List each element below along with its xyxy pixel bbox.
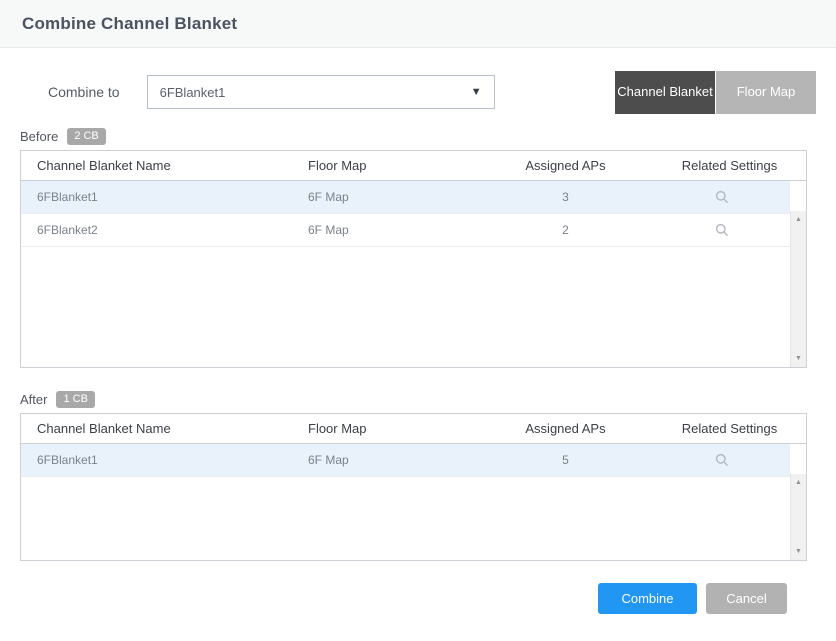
search-icon[interactable] [715,223,729,237]
before-label: Before [20,129,58,144]
cell-assigned-aps: 5 [478,453,653,467]
before-table: Channel Blanket Name Floor Map Assigned … [20,150,807,368]
column-header-related-settings: Related Settings [653,158,806,173]
before-table-body: 6FBlanket1 6F Map 3 6FBlanket2 6F Map 2 [21,181,806,367]
after-table: Channel Blanket Name Floor Map Assigned … [20,413,807,561]
dialog-footer: Combine Cancel [20,583,816,614]
cell-floor-map: 6F Map [308,190,478,204]
dialog-header: Combine Channel Blanket [0,0,836,48]
search-icon[interactable] [715,453,729,467]
column-header-floor-map: Floor Map [308,158,478,173]
after-table-rows: 6FBlanket1 6F Map 5 [21,444,790,560]
channel-blanket-toggle-button[interactable]: Channel Blanket [615,71,715,114]
scroll-up-icon[interactable]: ▲ [795,474,802,491]
before-section-header: Before 2 CB [20,126,816,146]
dialog-body: Combine to 6FBlanket1 ▼ Channel Blanket … [0,70,836,614]
combine-to-select[interactable]: 6FBlanket1 ▼ [147,75,495,109]
before-table-header: Channel Blanket Name Floor Map Assigned … [21,151,806,181]
column-header-name: Channel Blanket Name [21,158,308,173]
toolbar: Combine to 6FBlanket1 ▼ Channel Blanket … [20,70,816,114]
after-count-badge: 1 CB [56,391,94,408]
combine-button[interactable]: Combine [598,583,697,614]
column-header-assigned-aps: Assigned APs [478,158,653,173]
chevron-down-icon: ▼ [471,86,482,98]
scroll-down-icon[interactable]: ▼ [795,350,802,367]
view-toggle: Channel Blanket Floor Map [615,71,816,114]
page-title: Combine Channel Blanket [22,14,237,34]
before-count-badge: 2 CB [67,128,105,145]
cell-related-settings [653,453,790,468]
table-row[interactable]: 6FBlanket1 6F Map 3 [21,181,790,214]
column-header-assigned-aps: Assigned APs [478,421,653,436]
combine-to-value: 6FBlanket1 [160,85,471,100]
after-section-header: After 1 CB [20,389,816,409]
before-table-rows: 6FBlanket1 6F Map 3 6FBlanket2 6F Map 2 [21,181,790,367]
cell-name: 6FBlanket1 [21,190,308,204]
vertical-scrollbar[interactable]: ▲ ▼ [790,211,806,367]
cell-floor-map: 6F Map [308,223,478,237]
search-icon[interactable] [715,190,729,204]
table-row[interactable]: 6FBlanket2 6F Map 2 [21,214,790,247]
scroll-down-icon[interactable]: ▼ [795,543,802,560]
cell-name: 6FBlanket2 [21,223,308,237]
cell-related-settings [653,223,790,238]
combine-to-label: Combine to [48,84,120,100]
column-header-floor-map: Floor Map [308,421,478,436]
after-label: After [20,392,47,407]
cell-floor-map: 6F Map [308,453,478,467]
cancel-button[interactable]: Cancel [706,583,787,614]
vertical-scrollbar[interactable]: ▲ ▼ [790,474,806,560]
cell-related-settings [653,190,790,205]
table-row[interactable]: 6FBlanket1 6F Map 5 [21,444,790,477]
floor-map-toggle-button[interactable]: Floor Map [716,71,816,114]
cell-assigned-aps: 3 [478,190,653,204]
scroll-up-icon[interactable]: ▲ [795,211,802,228]
column-header-related-settings: Related Settings [653,421,806,436]
after-table-header: Channel Blanket Name Floor Map Assigned … [21,414,806,444]
cell-assigned-aps: 2 [478,223,653,237]
after-table-body: 6FBlanket1 6F Map 5 ▲ ▼ [21,444,806,560]
column-header-name: Channel Blanket Name [21,421,308,436]
cell-name: 6FBlanket1 [21,453,308,467]
